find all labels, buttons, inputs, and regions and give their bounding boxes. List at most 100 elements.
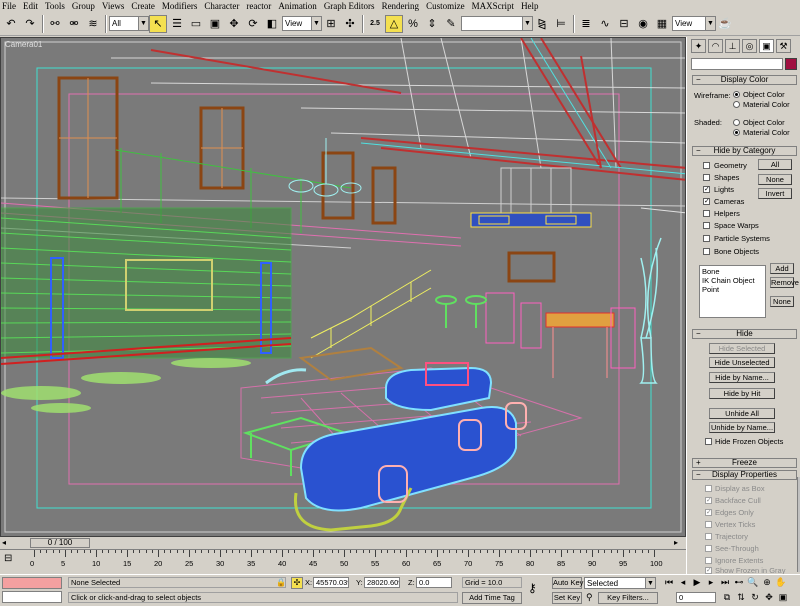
next-frame-icon[interactable]: ▸ bbox=[704, 577, 718, 589]
time-slider-right-icon[interactable]: ▸ bbox=[674, 538, 684, 548]
time-slider[interactable]: ◂ 0 / 100 ▸ bbox=[0, 537, 686, 549]
time-slider-left-icon[interactable]: ◂ bbox=[2, 538, 12, 548]
menu-graph-editors[interactable]: Graph Editors bbox=[324, 1, 375, 11]
material-editor-icon[interactable]: ◉ bbox=[634, 14, 652, 33]
bind-spacewarp-icon[interactable]: ≋ bbox=[84, 14, 102, 33]
key-mode-toggle-icon[interactable]: ⊷ bbox=[732, 577, 746, 589]
maxscript-input-mini[interactable] bbox=[2, 591, 62, 603]
display-as-box-checkbox[interactable] bbox=[705, 485, 712, 492]
motion-tab-icon[interactable]: ◎ bbox=[742, 39, 757, 53]
z-coord-field[interactable]: 0.0 bbox=[416, 577, 452, 588]
curve-editor-icon[interactable]: ∿ bbox=[596, 14, 614, 33]
select-by-name-icon[interactable]: ☰ bbox=[168, 14, 186, 33]
lights-checkbox[interactable]: ✓ bbox=[703, 186, 710, 193]
space-warps-checkbox[interactable] bbox=[703, 222, 710, 229]
select-scale-icon[interactable]: ◧ bbox=[263, 14, 281, 33]
select-object-icon[interactable]: ↖ bbox=[149, 14, 167, 33]
hide-by-hit-button[interactable]: Hide by Hit bbox=[709, 388, 775, 399]
set-key-button[interactable]: Set Key bbox=[552, 592, 582, 604]
display-color-rollout-header[interactable]: − Display Color bbox=[692, 75, 797, 85]
selection-lock-icon[interactable]: 🔒 bbox=[276, 578, 286, 587]
redo-icon[interactable]: ↷ bbox=[21, 14, 39, 33]
display-properties-rollout-header[interactable]: − Display Properties bbox=[692, 470, 797, 480]
hide-frozen-objects-checkbox[interactable] bbox=[705, 438, 712, 445]
key-filters-button[interactable]: Key Filters... bbox=[598, 592, 658, 604]
menu-reactor[interactable]: reactor bbox=[246, 1, 271, 11]
x-coord-field[interactable]: 45570.039 bbox=[313, 577, 349, 588]
hide-unselected-button[interactable]: Hide Unselected bbox=[709, 357, 775, 368]
mini-curve-editor-icon[interactable]: ⊟ bbox=[4, 553, 12, 564]
wireframe-material-color-radio[interactable] bbox=[733, 101, 740, 108]
menu-animation[interactable]: Animation bbox=[278, 1, 317, 11]
truck-icon[interactable]: ✥ bbox=[762, 592, 776, 604]
list-item[interactable]: Point bbox=[702, 285, 763, 294]
rectangular-selection-icon[interactable]: ▭ bbox=[187, 14, 205, 33]
shapes-checkbox[interactable] bbox=[703, 174, 710, 181]
hide-by-name-button[interactable]: Hide by Name... bbox=[709, 372, 775, 383]
hide-no-categories-button[interactable]: None bbox=[758, 174, 792, 185]
hide-rollout-header[interactable]: − Hide bbox=[692, 329, 797, 339]
quick-render-icon[interactable]: ☕ bbox=[716, 14, 734, 33]
geometry-checkbox[interactable] bbox=[703, 162, 710, 169]
absolute-mode-icon[interactable]: ✣ bbox=[291, 577, 303, 589]
cameras-checkbox[interactable]: ✓ bbox=[703, 198, 710, 205]
zoom-all-icon[interactable]: ⊕ bbox=[760, 577, 774, 589]
remove-category-button[interactable]: Remove bbox=[770, 277, 799, 288]
shaded-object-color-radio[interactable] bbox=[733, 119, 740, 126]
create-tab-icon[interactable]: ✦ bbox=[691, 39, 706, 53]
unlink-icon[interactable]: ⚮ bbox=[65, 14, 83, 33]
freeze-rollout-header[interactable]: + Freeze bbox=[692, 458, 797, 468]
current-frame-field[interactable]: 0 bbox=[676, 592, 716, 603]
window-crossing-icon[interactable]: ▣ bbox=[206, 14, 224, 33]
add-time-tag-button[interactable]: Add Time Tag bbox=[462, 592, 522, 604]
mirror-icon[interactable]: ⧎ bbox=[533, 14, 551, 33]
utilities-tab-icon[interactable]: ⚒ bbox=[776, 39, 791, 53]
list-item[interactable]: Bone bbox=[702, 267, 763, 276]
maximize-viewport-icon[interactable]: ▣ bbox=[776, 592, 790, 604]
hide-selected-button[interactable]: Hide Selected bbox=[709, 343, 775, 354]
go-to-end-icon[interactable]: ⏭ bbox=[718, 577, 732, 589]
list-item[interactable]: IK Chain Object bbox=[702, 276, 763, 285]
select-move-icon[interactable]: ✥ bbox=[225, 14, 243, 33]
key-mode-icon[interactable]: ⚷ bbox=[528, 581, 537, 595]
undo-icon[interactable]: ↶ bbox=[2, 14, 20, 33]
dolly-icon[interactable]: ⇅ bbox=[734, 592, 748, 604]
select-manipulate-icon[interactable]: ✣ bbox=[341, 14, 359, 33]
invert-categories-button[interactable]: Invert bbox=[758, 188, 792, 199]
render-type-dropdown[interactable]: View ▼ bbox=[672, 16, 716, 31]
edges-only-checkbox[interactable]: ✓ bbox=[705, 509, 712, 516]
track-bar[interactable]: ⊟ 0 5 10 15 20 25 30 35 40 45 50 55 60 65 70 75 80 85 90 95… bbox=[0, 549, 686, 574]
object-name-field[interactable] bbox=[691, 58, 783, 70]
menu-maxscript[interactable]: MAXScript bbox=[472, 1, 515, 11]
trajectory-checkbox[interactable] bbox=[705, 533, 712, 540]
see-through-checkbox[interactable] bbox=[705, 545, 712, 552]
menu-edit[interactable]: Edit bbox=[23, 1, 38, 11]
go-to-start-icon[interactable]: ⏮ bbox=[662, 577, 676, 589]
orbit-icon[interactable]: ↻ bbox=[748, 592, 762, 604]
selection-filter-dropdown[interactable]: All ▼ bbox=[109, 16, 149, 31]
add-category-button[interactable]: Add bbox=[770, 263, 794, 274]
layer-manager-icon[interactable]: ≣ bbox=[577, 14, 595, 33]
hide-by-category-rollout-header[interactable]: − Hide by Category bbox=[692, 146, 797, 156]
shaded-material-color-radio[interactable] bbox=[733, 129, 740, 136]
modify-tab-icon[interactable]: ◠ bbox=[708, 39, 723, 53]
spinner-snap-icon[interactable]: ⇕ bbox=[423, 14, 441, 33]
show-frozen-in-gray-checkbox[interactable]: ✓ bbox=[705, 567, 712, 574]
pivot-center-icon[interactable]: ⊞ bbox=[322, 14, 340, 33]
zoom-icon[interactable]: 🔍 bbox=[746, 577, 760, 589]
camera-viewport[interactable]: Camera01 bbox=[0, 37, 686, 537]
angle-snap-icon[interactable]: △ bbox=[385, 14, 403, 33]
particle-systems-checkbox[interactable] bbox=[703, 235, 710, 242]
previous-frame-icon[interactable]: ◂ bbox=[676, 577, 690, 589]
y-coord-field[interactable]: 28020.609 bbox=[364, 577, 400, 588]
object-color-swatch[interactable] bbox=[785, 58, 797, 70]
menu-rendering[interactable]: Rendering bbox=[382, 1, 420, 11]
menu-views[interactable]: Views bbox=[102, 1, 124, 11]
bone-objects-checkbox[interactable] bbox=[703, 248, 710, 255]
vertex-ticks-checkbox[interactable] bbox=[705, 521, 712, 528]
menu-group[interactable]: Group bbox=[72, 1, 95, 11]
menu-modifiers[interactable]: Modifiers bbox=[162, 1, 198, 11]
pan-icon[interactable]: ✋ bbox=[774, 577, 788, 589]
helpers-checkbox[interactable] bbox=[703, 210, 710, 217]
display-tab-icon[interactable]: ▣ bbox=[759, 39, 774, 53]
